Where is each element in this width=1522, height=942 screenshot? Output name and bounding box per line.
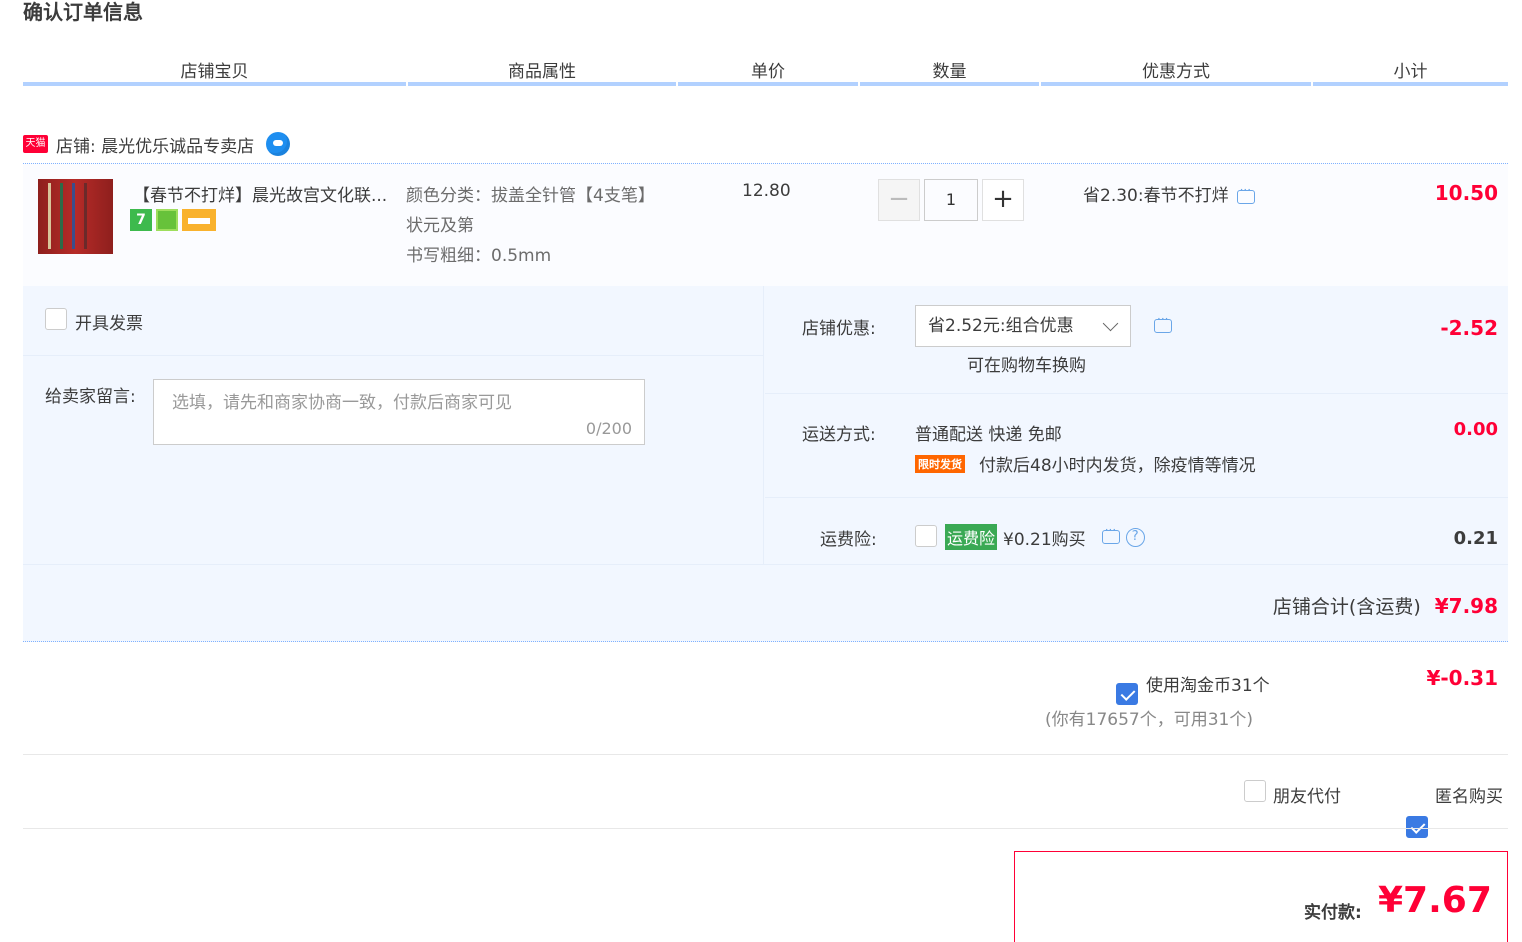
attribute-variant: 状元及第 [406, 216, 474, 236]
insurance-checkbox[interactable] [915, 525, 937, 547]
limited-shipping-tag: 限时发货 [915, 454, 965, 473]
order-options-panel [23, 286, 1508, 642]
anonymous-checkbox[interactable] [1406, 816, 1428, 838]
friend-pay-label: 朋友代付 [1273, 787, 1341, 807]
promotion-text: 省2.30:春节不打烊 [1083, 186, 1229, 206]
help-icon[interactable]: ? [1125, 527, 1145, 547]
column-header-shop-item: 店铺宝贝 [23, 57, 406, 86]
message-label: 给卖家留言: [45, 387, 136, 407]
service-badges: 7 [130, 209, 216, 231]
message-char-counter: 0/200 [585, 419, 632, 438]
column-header-discount: 优惠方式 [1041, 57, 1311, 86]
taojinbi-available: (你有17657个，可用31个) [1045, 710, 1253, 730]
shop-discount-select[interactable]: 省2.52元:组合优惠 [915, 305, 1131, 347]
divider [765, 497, 1508, 498]
shop-total-amount: ¥7.98 [1434, 594, 1498, 618]
invoice-checkbox[interactable] [45, 308, 67, 330]
pay-amount: ¥7.67 [1378, 880, 1492, 921]
shop-total-row: 店铺合计(含运费) ¥7.98 [1273, 592, 1498, 619]
pay-label: 实付款: [1304, 903, 1362, 923]
page-title: 确认订单信息 [23, 0, 143, 24]
insurance-price: ¥0.21购买 [1003, 529, 1086, 550]
invoice-label: 开具发票 [75, 314, 143, 334]
pen-shape [48, 183, 51, 249]
shop-name-link[interactable]: 店铺: 晨光优乐诚品专卖店 [56, 132, 254, 157]
column-header-subtotal: 小计 [1313, 57, 1508, 86]
shop-discount-amount: -2.52 [1440, 316, 1498, 340]
friend-pay-checkbox[interactable] [1244, 780, 1266, 802]
shipping-note: 付款后48小时内发货，除疫情等情况 [979, 456, 1256, 476]
shop-discount-label: 店铺优惠: [802, 319, 876, 339]
seven-day-return-icon[interactable]: 7 [130, 209, 152, 231]
message-textarea[interactable]: 选填，请先和商家协商一致，付款后商家可见 0/200 [153, 379, 645, 445]
guarantee-icon[interactable] [156, 209, 178, 231]
item-subtotal: 10.50 [1434, 181, 1498, 205]
unit-price: 12.80 [742, 181, 791, 201]
divider [765, 393, 1508, 394]
column-header-attributes: 商品属性 [408, 57, 676, 86]
attribute-color: 颜色分类：拔盖全针管【4支笔】 [406, 186, 655, 206]
pen-shape [60, 183, 63, 249]
tmall-icon: 天猫 [23, 135, 48, 153]
divider [23, 754, 1508, 755]
divider [23, 355, 763, 356]
attribute-tip-size: 书写粗细：0.5mm [406, 246, 552, 266]
shipping-label: 运送方式: [802, 425, 876, 445]
wangwang-chat-icon[interactable] [266, 132, 291, 156]
divider [23, 564, 1508, 565]
product-attributes: 颜色分类：拔盖全针管【4支笔】 状元及第 书写粗细：0.5mm [406, 181, 655, 271]
insurance-label: 运费险: [820, 530, 877, 550]
message-icon[interactable] [1236, 183, 1255, 204]
shop-row: 天猫 店铺: 晨光优乐诚品专卖店 [23, 130, 291, 158]
shop-discount-note: 可在购物车换购 [967, 356, 1086, 376]
shop-total-label: 店铺合计(含运费) [1272, 596, 1421, 618]
taojinbi-amount: ¥-0.31 [1426, 666, 1498, 690]
product-title-link[interactable]: 【春节不打烊】晨光故宫文化联... [133, 181, 387, 206]
divider [763, 286, 764, 564]
shipping-method: 普通配送 快递 免邮 [915, 425, 1062, 445]
quantity-input[interactable]: 1 [924, 179, 978, 221]
chevron-down-icon [1102, 315, 1119, 332]
shipping-note-row: 限时发货 付款后48小时内发货，除疫情等情况 [915, 451, 1256, 476]
message-icon[interactable] [1101, 523, 1120, 544]
column-header-unit-price: 单价 [678, 57, 858, 86]
quantity-increase-button[interactable]: + [982, 179, 1024, 221]
column-header-quantity: 数量 [860, 57, 1039, 86]
taojinbi-label: 使用淘金币31个 [1146, 676, 1270, 696]
message-placeholder: 选填，请先和商家协商一致，付款后商家可见 [172, 393, 512, 413]
anonymous-label: 匿名购买 [1435, 787, 1503, 807]
divider [23, 828, 1508, 829]
taojinbi-checkbox[interactable] [1116, 683, 1138, 705]
insurance-amount: 0.21 [1453, 528, 1498, 549]
insurance-tag: 运费险 [945, 524, 998, 550]
message-icon[interactable] [1154, 312, 1172, 333]
credit-card-icon[interactable] [182, 209, 216, 231]
item-promotion: 省2.30:春节不打烊 [1083, 181, 1255, 206]
shipping-amount: 0.00 [1453, 419, 1498, 440]
insurance-row: 运费险 ¥0.21购买 ? [945, 523, 1145, 550]
pen-shape [72, 183, 75, 249]
pen-shape [84, 183, 87, 249]
shop-discount-selected: 省2.52元:组合优惠 [928, 316, 1074, 336]
product-thumbnail[interactable] [38, 179, 113, 254]
quantity-decrease-button[interactable]: − [878, 179, 920, 221]
quantity-stepper: − 1 + [878, 179, 1024, 221]
